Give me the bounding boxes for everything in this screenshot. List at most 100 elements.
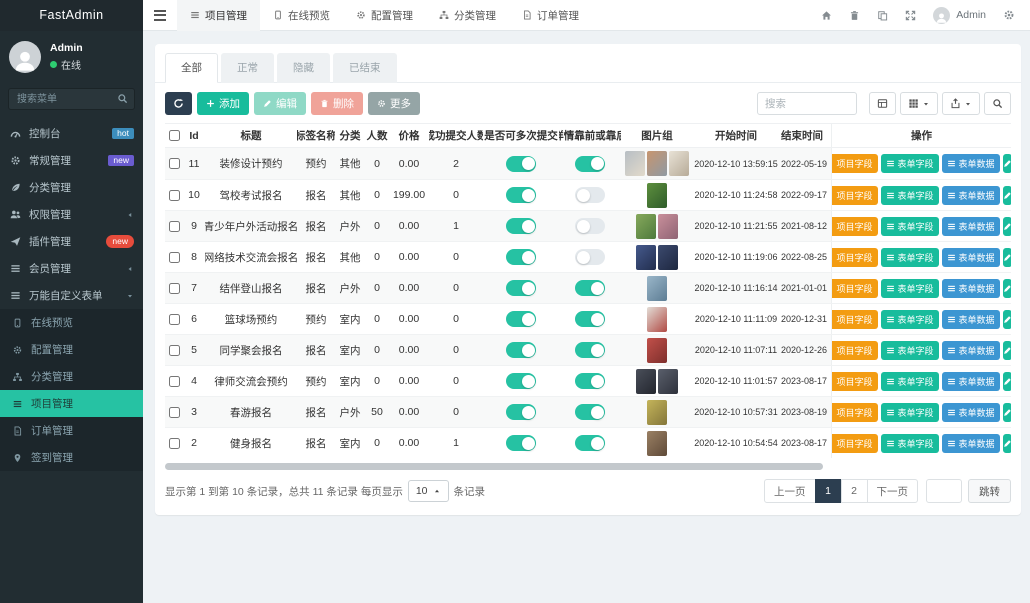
tab-config-management[interactable]: 配置管理 [343, 0, 426, 31]
table-row[interactable]: 10 驾校考试报名 报名 其他 0 199.00 0 2020-12-10 11… [165, 179, 1011, 210]
filter-tab-finished[interactable]: 已结束 [333, 53, 397, 83]
row-edit-button[interactable] [1003, 403, 1011, 422]
thumbnail[interactable] [647, 431, 667, 456]
filter-tab-hidden[interactable]: 隐藏 [277, 53, 330, 83]
select-all-checkbox[interactable] [169, 130, 180, 141]
row-edit-button[interactable] [1003, 217, 1011, 236]
header-multi-submit[interactable]: 是否可多次提交 [483, 124, 559, 147]
columns-button[interactable] [900, 92, 938, 115]
multi-toggle[interactable] [506, 435, 536, 451]
thumbnail[interactable] [636, 369, 656, 394]
row-checkbox[interactable] [169, 221, 180, 232]
clear-cache-button[interactable] [849, 10, 860, 21]
header-success[interactable]: 成功提交人数 [429, 124, 483, 147]
multi-toggle[interactable] [506, 373, 536, 389]
form-data-button[interactable]: 表单数据 [942, 403, 1000, 422]
detail-order-toggle[interactable] [575, 373, 605, 389]
form-fields-button[interactable]: 表单字段 [881, 154, 939, 173]
table-search-input[interactable] [757, 92, 857, 115]
tab-category-management[interactable]: 分类管理 [426, 0, 509, 31]
table-row[interactable]: 8 网络技术交流会报名 报名 其他 0 0.00 0 2020-12-10 11… [165, 241, 1011, 272]
form-data-button[interactable]: 表单数据 [942, 434, 1000, 453]
jump-page-input[interactable] [926, 479, 962, 503]
multi-toggle[interactable] [506, 187, 536, 203]
brand-logo[interactable]: FastAdmin [0, 0, 143, 31]
form-fields-button[interactable]: 表单字段 [881, 248, 939, 267]
thumbnail[interactable] [625, 151, 645, 176]
export-button[interactable] [942, 92, 980, 115]
table-row[interactable]: 3 春游报名 报名 户外 50 0.00 0 2020-12-10 10:57:… [165, 396, 1011, 427]
row-checkbox[interactable] [169, 158, 180, 169]
thumbnail[interactable] [647, 338, 667, 363]
sub-item-online-preview[interactable]: 在线预览 [0, 309, 143, 336]
form-data-button[interactable]: 表单数据 [942, 154, 1000, 173]
page-2-button[interactable]: 2 [841, 479, 868, 503]
project-fields-button[interactable]: 项目字段 [831, 186, 878, 205]
row-checkbox[interactable] [169, 283, 180, 294]
project-fields-button[interactable]: 项目字段 [831, 403, 878, 422]
header-people[interactable]: 人数 [365, 124, 389, 147]
row-edit-button[interactable] [1003, 154, 1011, 173]
form-data-button[interactable]: 表单数据 [942, 217, 1000, 236]
edit-button[interactable]: 编辑 [254, 92, 306, 115]
thumbnail[interactable] [669, 151, 689, 176]
header-images[interactable]: 图片组 [621, 124, 693, 147]
form-fields-button[interactable]: 表单字段 [881, 217, 939, 236]
header-category[interactable]: 分类 [335, 124, 365, 147]
table-row[interactable]: 9 青少年户外活动报名 报名 户外 0 0.00 1 2020-12-10 11… [165, 210, 1011, 241]
thumbnail[interactable] [647, 183, 667, 208]
thumbnail[interactable] [658, 245, 678, 270]
form-fields-button[interactable]: 表单字段 [881, 279, 939, 298]
project-fields-button[interactable]: 项目字段 [831, 154, 878, 173]
tab-order-management[interactable]: 订单管理 [509, 0, 592, 31]
form-fields-button[interactable]: 表单字段 [881, 434, 939, 453]
multi-toggle[interactable] [506, 311, 536, 327]
tab-project-management[interactable]: 项目管理 [177, 0, 260, 31]
row-checkbox[interactable] [169, 314, 180, 325]
form-fields-button[interactable]: 表单字段 [881, 310, 939, 329]
multi-toggle[interactable] [506, 156, 536, 172]
thumbnail[interactable] [647, 151, 667, 176]
detail-order-toggle[interactable] [575, 435, 605, 451]
sidebar-item-dashboard[interactable]: 控制台 hot [0, 120, 143, 147]
jump-button[interactable]: 跳转 [968, 479, 1011, 503]
header-start-time[interactable]: 开始时间 [693, 124, 779, 147]
project-fields-button[interactable]: 项目字段 [831, 434, 878, 453]
thumbnail[interactable] [636, 245, 656, 270]
thumbnail[interactable] [647, 307, 667, 332]
table-row[interactable]: 7 结伴登山报名 报名 户外 0 0.00 0 2020-12-10 11:16… [165, 272, 1011, 303]
filter-tab-all[interactable]: 全部 [165, 53, 218, 83]
sidebar-item-category[interactable]: 分类管理 [0, 174, 143, 201]
row-edit-button[interactable] [1003, 434, 1011, 453]
row-checkbox[interactable] [169, 376, 180, 387]
sub-item-config[interactable]: 配置管理 [0, 336, 143, 363]
refresh-button[interactable] [165, 92, 192, 115]
sidebar-item-general[interactable]: 常规管理 new [0, 147, 143, 174]
header-end-time[interactable]: 结束时间 [779, 124, 831, 147]
detail-order-toggle[interactable] [575, 156, 605, 172]
form-data-button[interactable]: 表单数据 [942, 186, 1000, 205]
toggle-view-button[interactable] [869, 92, 896, 115]
form-fields-button[interactable]: 表单字段 [881, 186, 939, 205]
project-fields-button[interactable]: 项目字段 [831, 341, 878, 360]
project-fields-button[interactable]: 项目字段 [831, 248, 878, 267]
search-button[interactable] [984, 92, 1011, 115]
next-page-button[interactable]: 下一页 [867, 479, 919, 503]
form-data-button[interactable]: 表单数据 [942, 372, 1000, 391]
thumbnail[interactable] [636, 214, 656, 239]
thumbnail[interactable] [647, 276, 667, 301]
row-edit-button[interactable] [1003, 186, 1011, 205]
row-checkbox[interactable] [169, 190, 180, 201]
menu-search-input[interactable] [8, 88, 135, 110]
header-detail-order[interactable]: 详情靠前或靠后 [559, 124, 621, 147]
sidebar-toggle[interactable] [143, 10, 177, 21]
detail-order-toggle[interactable] [575, 249, 605, 265]
sub-item-category[interactable]: 分类管理 [0, 363, 143, 390]
sub-item-order[interactable]: 订单管理 [0, 417, 143, 444]
sub-item-signin[interactable]: 签到管理 [0, 444, 143, 471]
settings-button[interactable] [1003, 9, 1015, 21]
form-data-button[interactable]: 表单数据 [942, 248, 1000, 267]
row-checkbox[interactable] [169, 252, 180, 263]
search-icon[interactable] [117, 93, 128, 104]
row-checkbox[interactable] [169, 345, 180, 356]
